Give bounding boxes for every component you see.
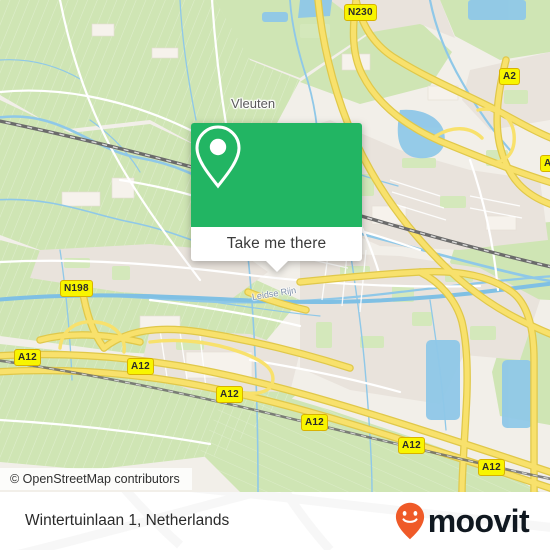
take-me-there-label: Take me there	[226, 235, 327, 252]
take-me-there-button[interactable]: Take me there	[191, 227, 362, 261]
location-callout-card[interactable]: Take me there	[191, 123, 362, 272]
map-pin-icon	[195, 125, 241, 189]
road-shield-a12-6: A12	[478, 459, 505, 476]
moovit-wordmark: moovit	[427, 503, 530, 539]
footer-bar: Wintertuinlaan 1, Netherlands moovit	[0, 492, 550, 550]
road-shield-a2-edge: A2	[540, 155, 550, 172]
road-shield-n198: N198	[60, 280, 93, 297]
map-canvas[interactable]: Vleuten Leidse Rijn N230 A2 A2 N198 A12 …	[0, 0, 550, 492]
place-label-vleuten: Vleuten	[231, 96, 276, 111]
moovit-smiley-pin-icon	[395, 502, 424, 540]
road-shield-n230: N230	[344, 4, 377, 21]
moovit-logo[interactable]: moovit	[395, 502, 530, 540]
road-shield-a12-4: A12	[301, 414, 328, 431]
location-address: Wintertuinlaan 1, Netherlands	[25, 512, 230, 529]
road-shield-a12-5: A12	[398, 437, 425, 454]
road-shield-a12-1: A12	[14, 349, 41, 366]
road-shield-a12-3: A12	[216, 386, 243, 403]
callout-pointer-tail	[265, 261, 288, 272]
road-shield-a2: A2	[499, 68, 521, 85]
callout-header	[191, 123, 362, 227]
moovit-location-card: Vleuten Leidse Rijn N230 A2 A2 N198 A12 …	[0, 0, 550, 550]
osm-attribution[interactable]: © OpenStreetMap contributors	[0, 468, 192, 490]
road-shield-a12-2: A12	[127, 358, 154, 375]
